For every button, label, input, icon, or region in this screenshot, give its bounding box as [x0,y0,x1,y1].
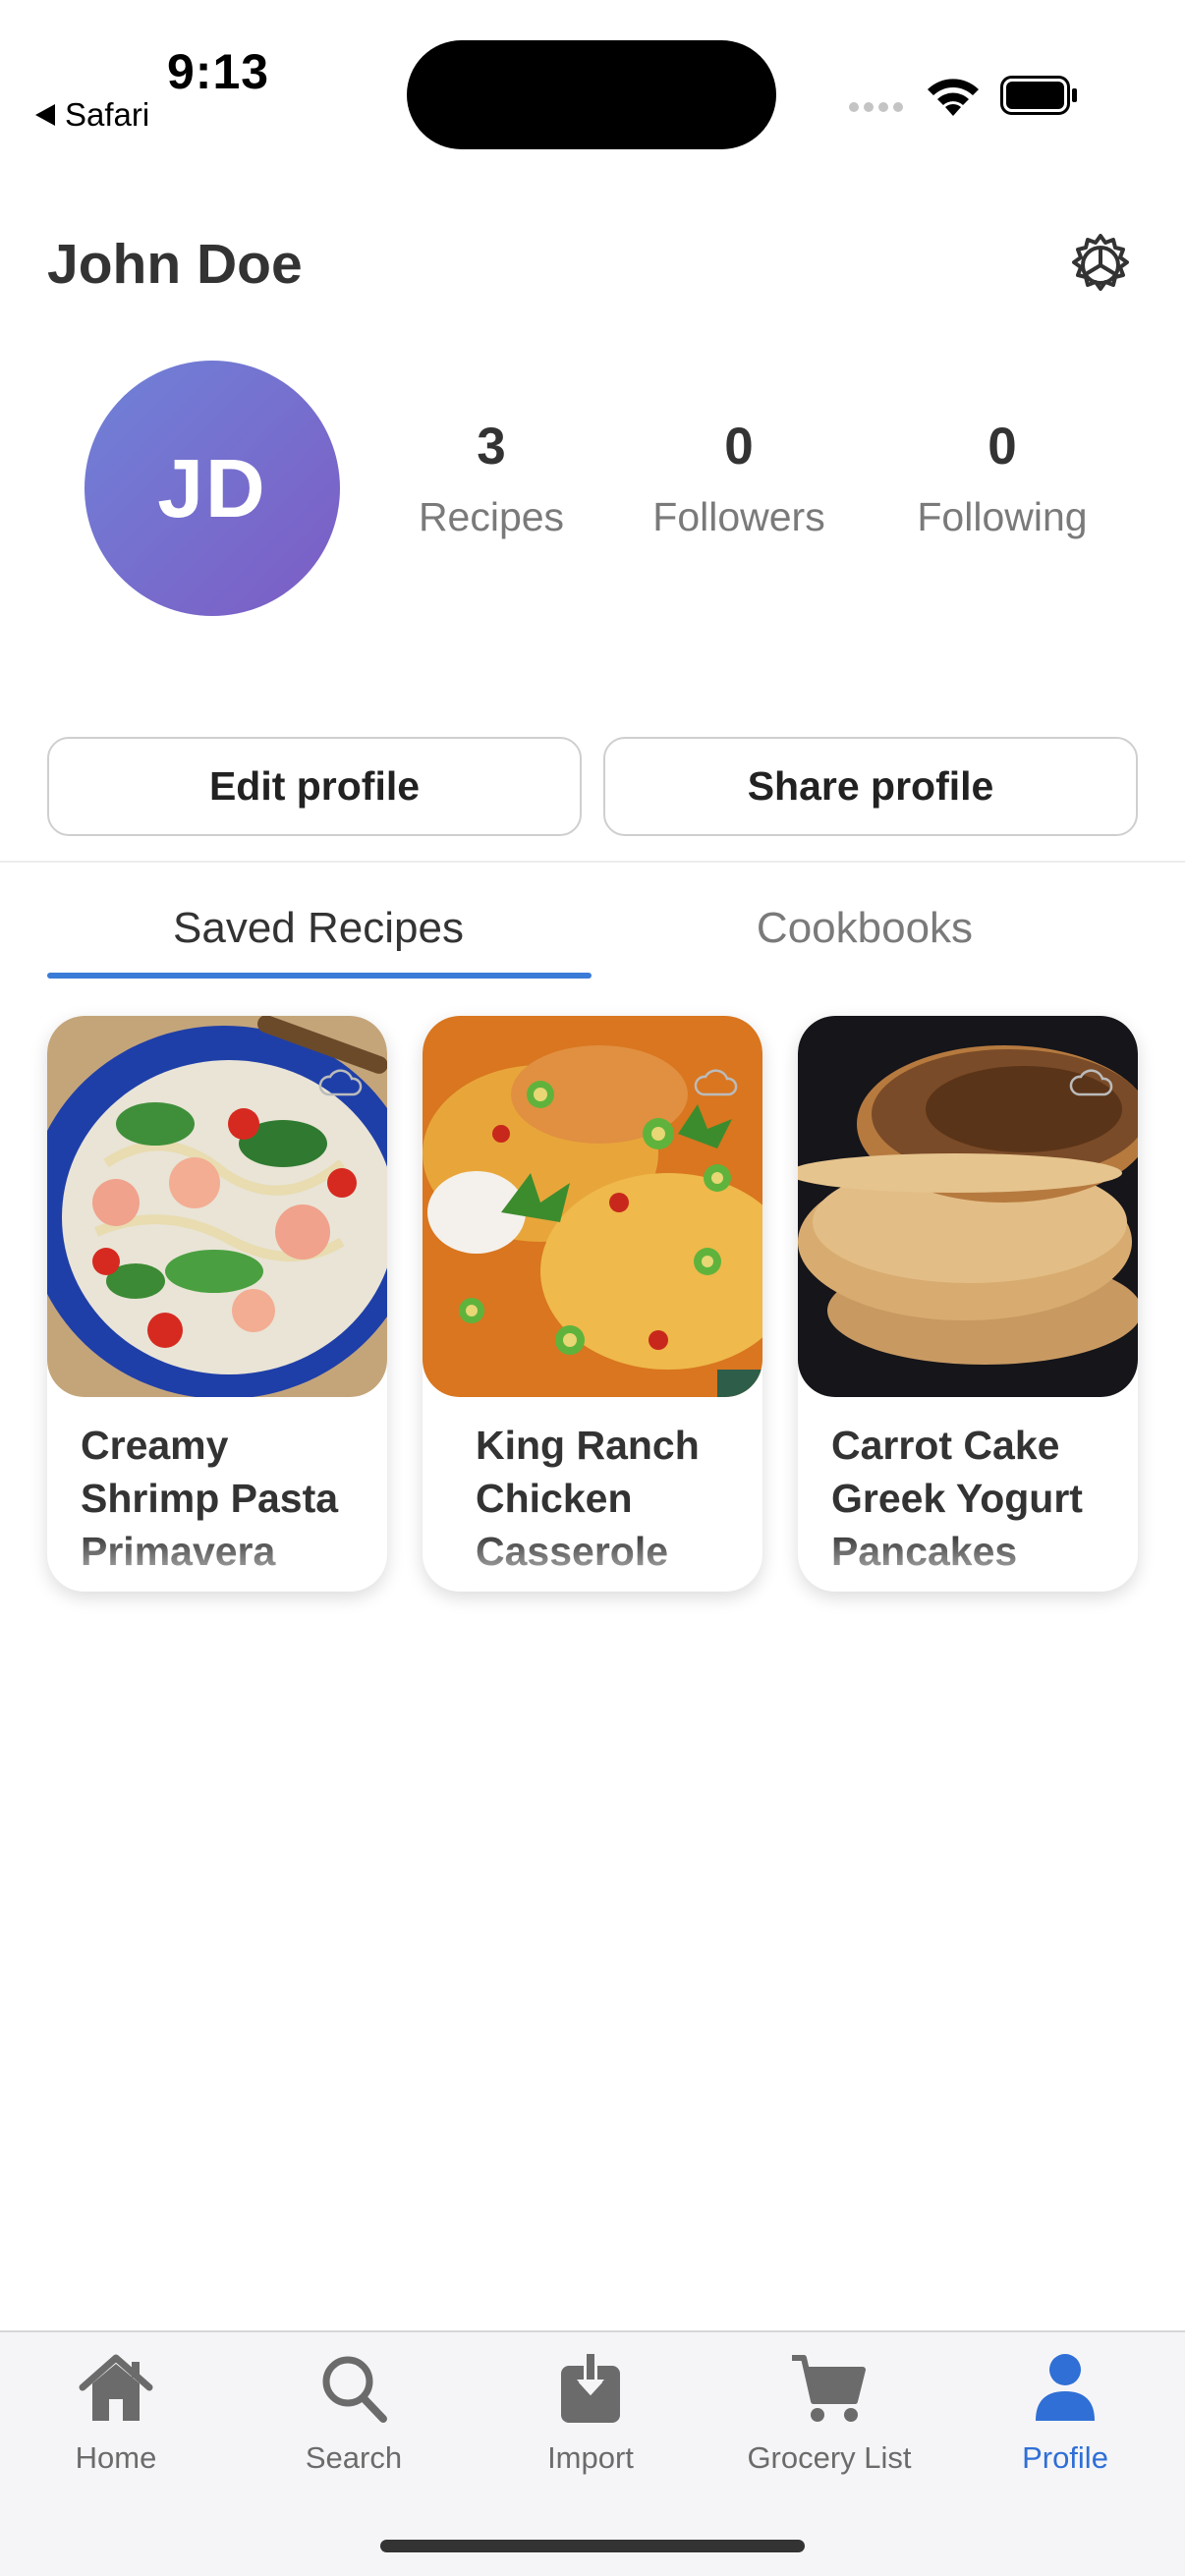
title-fade [423,1533,762,1592]
active-tab-indicator [47,973,592,979]
nav-profile[interactable]: Profile [957,2350,1173,2476]
stat-recipes[interactable]: 3 Recipes [373,420,609,540]
stat-following[interactable]: 0 Following [884,420,1120,540]
cart-icon [792,2355,866,2422]
title-fade [798,1533,1138,1592]
avatar[interactable]: JD [85,361,340,616]
profile-name: John Doe [47,233,303,296]
avatar-initials: JD [157,441,267,534]
tab-saved-recipes[interactable]: Saved Recipes [47,884,590,973]
nav-search[interactable]: Search [246,2350,462,2476]
nav-grocery-list[interactable]: Grocery List [721,2350,937,2476]
nav-search-label: Search [305,2440,403,2475]
recipe-card[interactable]: Carrot Cake Greek Yogurt Pancakes [798,1016,1138,1592]
nav-profile-label: Profile [1022,2440,1108,2475]
nav-home-label: Home [75,2440,157,2475]
title-fade [47,1533,387,1592]
back-to-safari[interactable]: Safari [35,96,149,134]
stat-recipes-value: 3 [477,418,506,476]
person-icon [1036,2354,1095,2421]
cloud-icon [1069,1069,1113,1096]
stat-following-label: Following [917,494,1088,539]
wifi-icon [928,79,979,116]
share-profile-button[interactable]: Share profile [603,737,1138,836]
home-indicator [380,2540,805,2552]
stat-recipes-label: Recipes [418,494,565,539]
back-arrow-icon [35,104,55,126]
cloud-icon [318,1069,363,1096]
status-time: 9:13 [167,44,270,99]
home-icon [79,2354,153,2421]
back-app-label: Safari [65,96,150,133]
stat-following-value: 0 [988,418,1017,476]
stat-followers-label: Followers [652,494,825,539]
edit-profile-button[interactable]: Edit profile [47,737,582,836]
nav-grocery-list-label: Grocery List [747,2440,912,2475]
recipe-card[interactable]: Creamy Shrimp Pasta Primavera [47,1016,387,1592]
nav-import-label: Import [547,2440,634,2475]
cellular-signal-icon [849,102,903,112]
search-icon [322,2356,387,2423]
stat-followers[interactable]: 0 Followers [621,420,857,540]
cloud-icon [694,1069,738,1096]
stat-followers-value: 0 [724,418,754,476]
nav-import[interactable]: Import [482,2350,699,2476]
section-divider [0,861,1185,863]
nav-home[interactable]: Home [8,2350,224,2476]
battery-icon [1000,76,1077,115]
import-icon [561,2352,620,2423]
recipe-card[interactable]: King Ranch Chicken Casserole [423,1016,762,1592]
dynamic-island [407,40,776,149]
tab-cookbooks[interactable]: Cookbooks [593,884,1136,973]
settings-gear-icon[interactable] [1067,232,1134,299]
